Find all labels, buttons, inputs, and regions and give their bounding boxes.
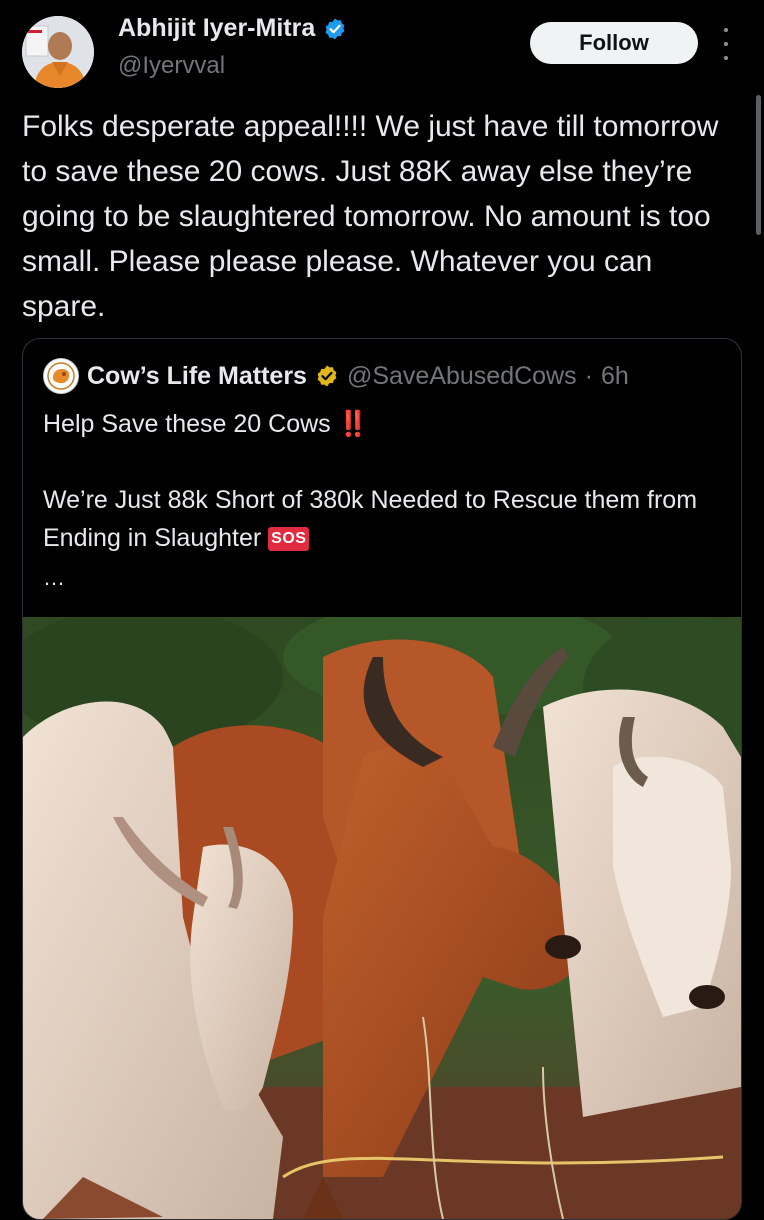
sos-emoji-icon: SOS (268, 527, 310, 551)
quoted-line-1: Help Save these 20 Cows (43, 410, 331, 438)
quoted-tweet[interactable]: Cow’s Life Matters @SaveAbusedCows · 6h … (22, 338, 742, 1220)
timestamp[interactable]: 6h (601, 362, 629, 391)
author-name-text: Abhijit Iyer-Mitra (118, 14, 316, 42)
cows-photo[interactable] (23, 617, 741, 1219)
verified-check-icon (317, 365, 337, 387)
more-vertical-icon[interactable] (716, 28, 736, 60)
quoted-author-handle[interactable]: @SaveAbusedCows (347, 362, 577, 391)
verified-check-icon (325, 18, 345, 39)
quoted-tweet-header: Cow’s Life Matters @SaveAbusedCows · 6h (43, 358, 629, 394)
quoted-line-2: We’re Just 88k Short of 380k Needed to R… (43, 486, 698, 552)
separator-dot: · (584, 361, 593, 390)
show-more-ellipsis[interactable]: … (43, 565, 66, 591)
follow-button[interactable]: Follow (530, 22, 698, 64)
author-handle[interactable]: @Iyervval (118, 52, 225, 80)
author-avatar[interactable] (22, 16, 94, 88)
author-name[interactable]: Abhijit Iyer-Mitra (118, 14, 347, 43)
scrollbar[interactable] (756, 95, 761, 235)
double-exclamation-emoji: ‼️ (337, 410, 369, 438)
tweet-header: Abhijit Iyer-Mitra @Iyervval Follow (0, 0, 764, 100)
quoted-tweet-text: Help Save these 20 Cows ‼️ We’re Just 88… (43, 405, 723, 557)
quoted-author-name[interactable]: Cow’s Life Matters (87, 362, 307, 391)
tweet-text: Folks desperate appeal!!!! We just have … (22, 110, 727, 323)
quoted-author-avatar[interactable] (43, 358, 79, 394)
